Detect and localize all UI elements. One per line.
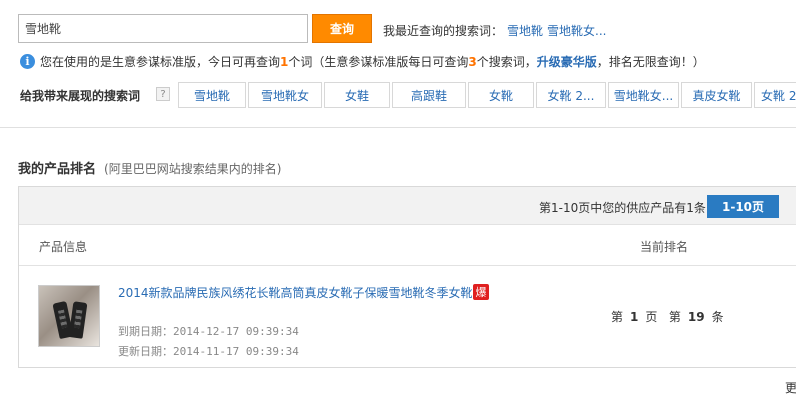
keyword-tag[interactable]: 女靴 bbox=[468, 82, 534, 108]
keyword-tags: 雪地靴 雪地靴女 女鞋 高跟鞋 女靴 女靴 2... 雪地靴女... 真皮女靴 … bbox=[178, 82, 796, 108]
search-input[interactable] bbox=[18, 14, 308, 43]
keyword-tag[interactable]: 高跟鞋 bbox=[392, 82, 466, 108]
keyword-tag[interactable]: 雪地靴 bbox=[178, 82, 246, 108]
column-current-rank: 当前排名 bbox=[640, 240, 689, 254]
supply-summary: 第1-10页中您的供应产品有1条 bbox=[539, 201, 706, 215]
section-divider bbox=[0, 127, 796, 128]
daily-limit: 3 bbox=[468, 54, 477, 69]
product-title-link[interactable]: 2014新款品牌民族风绣花长靴高筒真皮女靴子保暖雪地靴冬季女靴 bbox=[118, 284, 473, 301]
keyword-tag[interactable]: 雪地靴女... bbox=[608, 82, 679, 108]
table-row: 2014新款品牌民族风绣花长靴高筒真皮女靴子保暖雪地靴冬季女靴 爆 到期日期：2… bbox=[19, 266, 796, 366]
keyword-tag[interactable]: 女靴 2... bbox=[536, 82, 606, 108]
keyword-tag[interactable]: 雪地靴女 bbox=[248, 82, 322, 108]
hot-badge: 爆 bbox=[473, 284, 489, 300]
ranking-toolbar: 第1-10页中您的供应产品有1条 1-10页 bbox=[19, 187, 796, 225]
recent-item-xuedixuenv[interactable]: 雪地靴女... bbox=[547, 24, 606, 38]
page-range-button[interactable]: 1-10页 bbox=[707, 195, 779, 218]
keyword-tag[interactable]: 女靴 2 bbox=[754, 82, 796, 108]
boot-image bbox=[68, 301, 88, 339]
current-rank: 第1页 第 19 条 bbox=[611, 310, 724, 324]
keywords-label: 给我带来展现的搜索词 bbox=[20, 89, 141, 103]
recent-item-xuedixue[interactable]: 雪地靴 bbox=[507, 24, 543, 38]
ranking-panel: 第1-10页中您的供应产品有1条 1-10页 产品信息 当前排名 2014新款品… bbox=[18, 186, 796, 368]
rank-item: 19 bbox=[687, 310, 705, 324]
column-product-info: 产品信息 bbox=[39, 240, 88, 254]
version-notice: i 您在使用的是生意参谋标准版，今日可再查询 1 个词（生意参谋标准版每日可查询 3 个… bbox=[20, 53, 705, 70]
table-header: 产品信息 当前排名 bbox=[19, 225, 796, 266]
ranking-title: 我的产品排名 bbox=[18, 162, 97, 177]
more-link[interactable]: 更 bbox=[785, 379, 796, 396]
info-icon: i bbox=[20, 54, 35, 69]
ranking-header: 我的产品排名 (阿里巴巴网站搜索结果内的排名) bbox=[18, 158, 281, 177]
remaining-count: 1 bbox=[280, 54, 289, 69]
rank-page: 1 bbox=[630, 310, 639, 324]
expire-date: 到期日期：2014-12-17 09:39:34 bbox=[118, 325, 299, 338]
keyword-tag[interactable]: 女鞋 bbox=[324, 82, 390, 108]
update-date: 更新日期：2014-11-17 09:39:34 bbox=[118, 345, 299, 358]
query-button[interactable]: 查询 bbox=[312, 14, 372, 43]
product-thumbnail[interactable] bbox=[38, 285, 100, 347]
upgrade-link[interactable]: 升级豪华版 bbox=[537, 53, 597, 70]
keyword-tag[interactable]: 真皮女靴 bbox=[681, 82, 752, 108]
recent-searches: 我最近查询的搜索词： 雪地靴 雪地靴女... bbox=[383, 22, 606, 39]
help-icon[interactable]: ? bbox=[156, 87, 170, 101]
recent-label: 我最近查询的搜索词： bbox=[383, 24, 504, 38]
ranking-subtitle: (阿里巴巴网站搜索结果内的排名) bbox=[104, 162, 282, 176]
